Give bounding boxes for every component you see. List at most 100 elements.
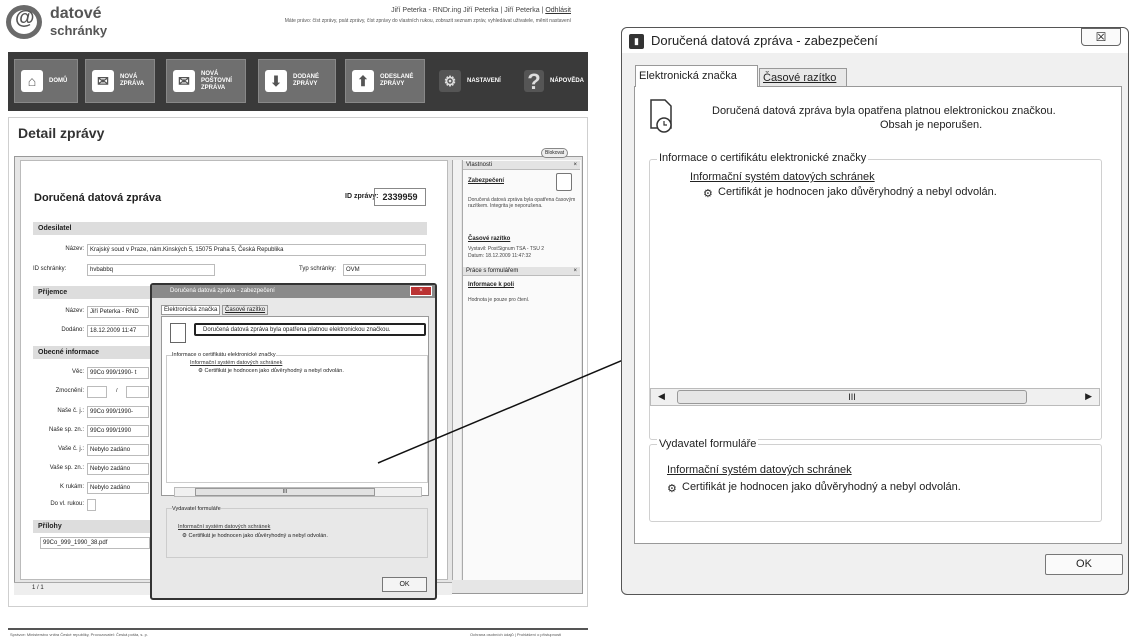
attachment-item[interactable]: 99Co_999_1990_38.pdf [40, 537, 150, 549]
document-seal-icon [170, 323, 186, 343]
our-ref-field[interactable]: 99Co 999/1990- [87, 406, 149, 418]
small-dialog-titlebar: Doručená datová zpráva - zabezpečení [152, 285, 435, 298]
sender-name-field[interactable]: Krajský soud v Praze, nám.Kinských 5, 15… [87, 244, 426, 256]
certificate-status-text: Certifikát je hodnocen jako důvěryhodný … [188, 533, 328, 539]
attention-field[interactable]: Nebylo zadáno [87, 482, 149, 494]
authorization-label: Zmocnění: [55, 388, 84, 394]
attention-label: K rukám: [59, 484, 84, 490]
close-button[interactable]: ☒ [1081, 28, 1121, 46]
at-icon: @ [15, 7, 35, 29]
subject-field[interactable]: 99Co 999/1990- t [87, 367, 149, 379]
scroll-thumb[interactable]: III [677, 390, 1027, 404]
security-heading: Zabezpečení [468, 178, 505, 184]
issuer-group-title: Vydavatel formuláře [657, 438, 759, 450]
properties-title: Vlastnosti [466, 162, 493, 168]
your-ref-field[interactable]: Nebylo zadáno [87, 444, 149, 456]
footer-right[interactable]: Ochrana osobních údajů | Prohlášení o př… [470, 632, 561, 637]
box-type-label: Typ schránky: [298, 266, 336, 272]
personal-delivery-label: Do vl. rukou: [50, 501, 84, 507]
certificate-icon: ⚙ [703, 188, 713, 200]
close-icon[interactable]: × [573, 161, 577, 170]
your-file-label: Vaše sp. zn.: [49, 465, 84, 471]
certificate-status: ⚙ Certifikát je hodnocen jako důvěryhodn… [198, 368, 344, 374]
nav-sent[interactable]: ⬆ ODESLANÉ ZPRÁVY [345, 59, 425, 103]
name-label: Název: [65, 246, 84, 252]
inbox-icon: ⬇ [265, 70, 287, 92]
nav-help[interactable]: ? NÁPOVĚDA [518, 59, 584, 103]
certificate-status: ⚙ Certifikát je hodnocen jako důvěryhodný… [667, 481, 961, 495]
your-file-field[interactable]: Nebylo zadáno [87, 463, 149, 475]
certificate-status-text: Certifikát je hodnocen jako důvěryhodný … [718, 186, 997, 198]
tab-timestamp[interactable]: Časové razítko [759, 68, 847, 87]
box-id-label: ID schránky: [33, 266, 67, 272]
tab-timestamp[interactable]: Časové razítko [222, 305, 269, 315]
certificate-group-title: Informace o certifikátu elektronické zna… [172, 352, 276, 358]
isds-link[interactable]: Informační systém datových schránek [190, 360, 282, 366]
nav-settings[interactable]: ⚙ NASTAVENÍ [433, 59, 511, 103]
outbox-icon: ⬆ [352, 70, 374, 92]
our-ref-label: Naše č. j.: [57, 408, 84, 414]
nav-label: DODANÉ ZPRÁVY [293, 74, 320, 87]
question-icon: ? [524, 70, 544, 92]
authorization-separator: / [116, 388, 118, 394]
nav-received[interactable]: ⬇ DODANÉ ZPRÁVY [258, 59, 336, 103]
footer-left: Správce: Ministerstvo vnitra České repub… [10, 632, 148, 637]
small-horizontal-scrollbar[interactable]: III [174, 487, 422, 497]
isds-link[interactable]: Informační systém datových schránek [667, 464, 852, 476]
page-indicator: 1 / 1 [32, 585, 44, 591]
authorization-field-1[interactable] [87, 386, 107, 398]
delivered-label: Dodáno: [61, 327, 84, 333]
security-text: Doručená datová zpráva byla opatřena čas… [468, 197, 576, 209]
isds-link[interactable]: Informační systém datových schránek [178, 524, 270, 530]
logo-bottom-text: schránky [50, 23, 108, 38]
footer-divider [8, 628, 588, 630]
nav-label: DOMŮ [49, 77, 68, 84]
nav-label: ODESLANÉ ZPRÁVY [380, 74, 414, 87]
certificate-icon: ⚙ [667, 483, 677, 495]
ok-button[interactable]: OK [1045, 554, 1123, 575]
security-dialog: Doručená datová zpráva - zabezpečení ▮ ☒… [621, 27, 1129, 595]
nav-new-message[interactable]: ✉ NOVÁ ZPRÁVA [85, 59, 155, 103]
logout-link[interactable]: Odhlásit [545, 7, 571, 14]
recipient-name-field[interactable]: Jiří Peterka - RND [87, 306, 149, 318]
scroll-left-arrow-icon[interactable]: ◀ [658, 391, 665, 402]
section-sender: Odesilatel [33, 222, 427, 235]
house-icon: ⌂ [21, 70, 43, 92]
scroll-thumb[interactable]: III [195, 488, 375, 496]
tab-electronic-mark[interactable]: Elektronická značka [161, 305, 221, 315]
box-type-field[interactable]: OVM [343, 264, 426, 276]
name-label: Název: [65, 308, 84, 314]
close-icon[interactable]: × [573, 267, 577, 276]
certificate-status-text: Certifikát je hodnocen jako důvěryhodný … [204, 368, 344, 374]
delivered-field[interactable]: 18.12.2009 11:47 [87, 325, 149, 337]
tab-timestamp-label: Časové razítko [763, 72, 837, 84]
logo[interactable]: @ datové schránky [6, 3, 146, 41]
certificate-status: ⚙ Certifikát je hodnocen jako důvěryhodn… [182, 533, 328, 539]
our-file-field[interactable]: 99Co 999/1990 [87, 425, 149, 437]
gears-icon: ⚙ [439, 70, 461, 92]
message-line-1: Doručená datová zpráva byla opatřena pla… [712, 105, 1056, 117]
message-line-2: Obsah je neporušen. [880, 119, 983, 131]
page-title: Detail zprávy [18, 125, 105, 141]
nav-label: NÁPOVĚDA [549, 77, 584, 84]
timestamp-issuer: Vystavil: PostSignum TSA - TSU 2 [468, 246, 545, 252]
issuer-group-title: Vydavatel formuláře [172, 506, 221, 512]
scroll-right-arrow-icon[interactable]: ▶ [1085, 391, 1092, 402]
nav-label: NASTAVENÍ [467, 77, 501, 84]
isds-link[interactable]: Informační systém datových schránek [690, 171, 875, 183]
rights-line: Máte právo: číst zprávy, psát zprávy, čí… [284, 18, 571, 24]
nav-new-postal-message[interactable]: ✉ NOVÁ POŠTOVNÍ ZPRÁVA [166, 59, 246, 103]
user-line: Jiří Peterka - RNDr.ing Jiří Peterka | J… [391, 7, 571, 14]
authorization-field-2[interactable] [126, 386, 149, 398]
properties-header: Vlastnosti × [463, 161, 580, 170]
nav-home[interactable]: ⌂ DOMŮ [14, 59, 78, 103]
tab-electronic-mark[interactable]: Elektronická značka [635, 65, 758, 87]
nav-label: NOVÁ POŠTOVNÍ ZPRÁVA [201, 70, 232, 91]
app-icon: ▮ [629, 34, 644, 49]
small-dialog-close-button[interactable]: × [410, 286, 432, 296]
small-dialog-tabs: Elektronická značka Časové razítko [161, 305, 269, 315]
personal-delivery-checkbox[interactable] [87, 499, 96, 511]
box-id-field[interactable]: hvbabbq [87, 264, 215, 276]
block-button[interactable]: Blokovat [541, 148, 569, 158]
ok-button[interactable]: OK [382, 577, 427, 592]
